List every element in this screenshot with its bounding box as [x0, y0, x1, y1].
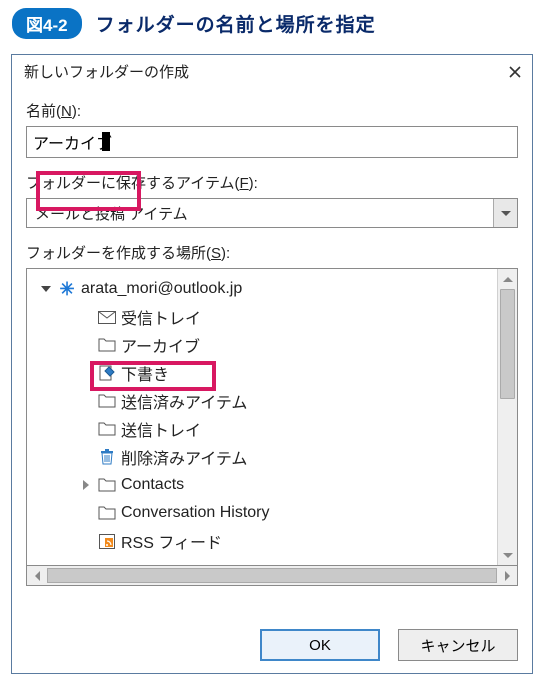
rss-icon	[98, 533, 116, 549]
horizontal-scrollbar[interactable]	[26, 566, 518, 586]
scroll-left-button[interactable]	[27, 566, 47, 585]
expander-open-icon[interactable]	[39, 286, 53, 292]
contains-value: メールと投稿 アイテム	[27, 199, 493, 227]
tree-item[interactable]: 受信トレイ	[31, 303, 493, 331]
tree-account[interactable]: ✳ arata_mori@outlook.jp	[31, 275, 493, 303]
contains-label: フォルダーに保存するアイテム(F):	[26, 172, 518, 193]
tree-item-label: Conversation History	[121, 504, 270, 522]
tree-item[interactable]: RSS フィード	[31, 527, 493, 555]
scroll-thumb[interactable]	[500, 289, 515, 399]
dropdown-button[interactable]	[493, 199, 517, 227]
figure-caption: 図4-2 フォルダーの名前と場所を指定	[0, 0, 544, 49]
folder-icon	[98, 477, 116, 493]
dialog-title: 新しいフォルダーの作成	[24, 61, 189, 82]
tree-item-label: 送信トレイ	[121, 417, 201, 441]
tree-item-label: アーカイブ	[121, 333, 200, 357]
scroll-down-button[interactable]	[498, 545, 517, 565]
tree-item-label: Contacts	[121, 476, 184, 494]
tree-item[interactable]: 送信トレイ	[31, 415, 493, 443]
account-icon: ✳	[58, 281, 76, 297]
tree-item-label: RSS フィード	[121, 529, 222, 553]
tree-account-label: arata_mori@outlook.jp	[81, 280, 242, 298]
figure-title: フォルダーの名前と場所を指定	[96, 10, 376, 37]
chevron-down-icon	[501, 211, 511, 216]
dialog-buttons: OK キャンセル	[12, 613, 532, 673]
trash-icon	[98, 449, 116, 465]
folder-icon	[98, 505, 116, 521]
tree-item[interactable]: Conversation History	[31, 499, 493, 527]
draft-icon	[98, 365, 116, 381]
tree-item-label: 下書き	[121, 361, 169, 385]
contains-select[interactable]: メールと投稿 アイテム	[26, 198, 518, 228]
folder-icon	[98, 393, 116, 409]
chevron-right-icon	[505, 571, 510, 581]
create-folder-dialog: 新しいフォルダーの作成 名前(N): フォルダーに保存するアイテム(F): メー…	[11, 54, 533, 674]
chevron-down-icon	[503, 553, 513, 558]
scroll-thumb[interactable]	[47, 568, 497, 583]
tree-item-label: 送信済みアイテム	[121, 389, 247, 413]
tree-item[interactable]: 送信済みアイテム	[31, 387, 493, 415]
tree-item[interactable]: 下書き	[31, 359, 493, 387]
scroll-track[interactable]	[47, 566, 497, 585]
folder-tree[interactable]: ✳ arata_mori@outlook.jp 受信トレイアーカイブ下書き送信済みア…	[26, 268, 518, 566]
expander-closed-icon[interactable]	[79, 480, 93, 490]
cancel-button[interactable]: キャンセル	[398, 629, 518, 661]
location-label: フォルダーを作成する場所(S):	[26, 242, 518, 263]
chevron-up-icon	[503, 277, 513, 282]
tree-item-label: 受信トレイ	[121, 305, 201, 329]
figure-badge: 図4-2	[12, 8, 82, 39]
scroll-track[interactable]	[498, 289, 517, 545]
scroll-up-button[interactable]	[498, 269, 517, 289]
tree-item[interactable]: Contacts	[31, 471, 493, 499]
vertical-scrollbar[interactable]	[497, 269, 517, 565]
tree-item-label: 削除済みアイテム	[121, 445, 247, 469]
folder-icon	[98, 337, 116, 353]
scroll-right-button[interactable]	[497, 566, 517, 585]
folder-icon	[98, 421, 116, 437]
close-icon[interactable]	[506, 63, 524, 81]
folder-name-input[interactable]	[26, 126, 518, 158]
chevron-left-icon	[35, 571, 40, 581]
name-label: 名前(N):	[26, 100, 518, 121]
mail-icon	[98, 309, 116, 325]
tree-item[interactable]: 削除済みアイテム	[31, 443, 493, 471]
tree-item[interactable]: アーカイブ	[31, 331, 493, 359]
dialog-titlebar: 新しいフォルダーの作成	[12, 55, 532, 88]
ok-button[interactable]: OK	[260, 629, 380, 661]
